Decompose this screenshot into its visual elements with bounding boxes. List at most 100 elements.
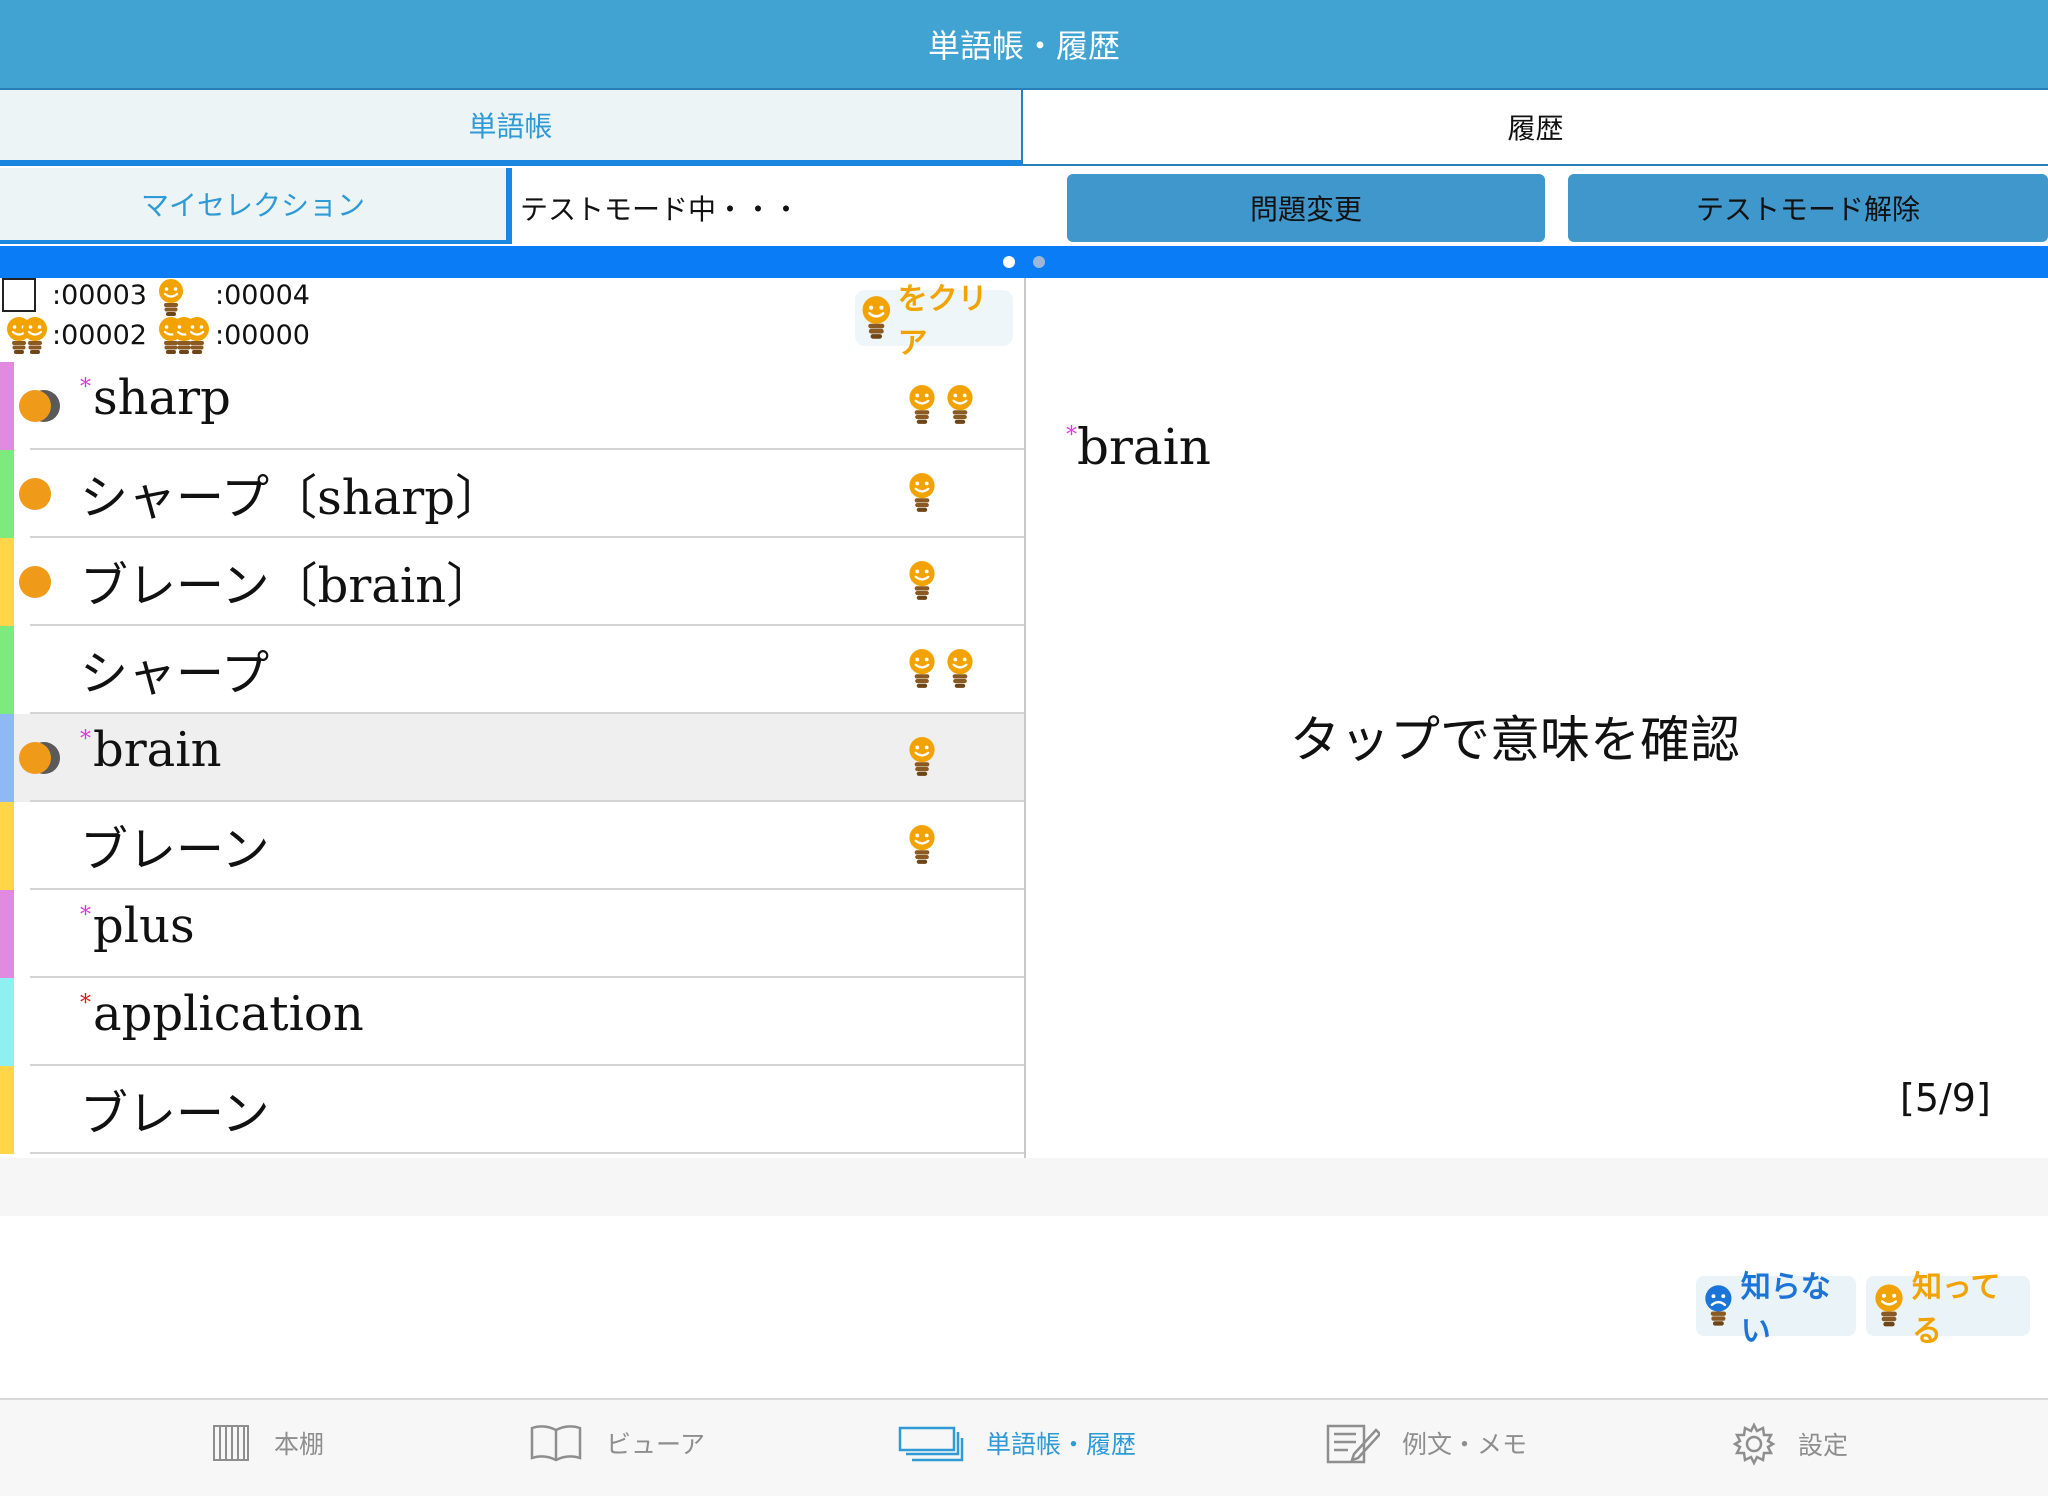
word-row[interactable]: *application (0, 978, 1024, 1066)
bulb-icon (906, 648, 938, 690)
tabbar-label: 設定 (1798, 1431, 1849, 1460)
color-tag-bar (0, 538, 14, 626)
tabbar-item-wordbook-history[interactable]: 単語帳・履歴 (898, 1422, 1136, 1464)
question-counter: [5/9] (1900, 1076, 1991, 1120)
word-row[interactable]: *plus (0, 890, 1024, 978)
color-tag-bar (0, 1066, 14, 1154)
word-row[interactable]: ブレーン (0, 1066, 1024, 1154)
divider-band (0, 1158, 2048, 1216)
word-label: ブレーン〔brain〕 (80, 558, 495, 614)
bulb-icon (906, 560, 938, 602)
dont-know-label: 知らない (1740, 1270, 1831, 1349)
word-list: *sharp シャープ〔sharp〕 ブレーン〔brain〕 シャープ *brain ブレ… (0, 362, 1024, 1154)
word-star: * (80, 991, 91, 1016)
change-question-button[interactable]: 問題変更 (1067, 174, 1545, 242)
know-button[interactable]: 知ってる (1866, 1270, 2030, 1349)
word-text: ブレーン〔brain〕 (80, 546, 494, 616)
color-tag-bar (0, 978, 14, 1066)
tabbar-label: ビューア (606, 1430, 706, 1459)
double-circle-icon[interactable] (18, 388, 68, 424)
word-row[interactable]: シャープ (0, 626, 1024, 714)
tabbar-item-settings[interactable]: 設定 (1732, 1422, 1848, 1466)
exit-test-mode-button[interactable]: テストモード解除 (1568, 174, 2048, 242)
bulb-icon (906, 736, 938, 778)
open-book-icon (530, 1425, 582, 1462)
bulb-icon (906, 824, 938, 866)
stat-two-bulbs: :00002 (52, 320, 147, 351)
bulb-rating[interactable] (906, 560, 938, 602)
word-row[interactable]: シャープ〔sharp〕 (0, 450, 1024, 538)
current-word-text: brain (1077, 418, 1211, 476)
circle-icon[interactable] (18, 476, 68, 512)
bulb-icon (1872, 1282, 1906, 1330)
segmented-tabs: 単語帳 履歴 (0, 88, 2048, 166)
tap-to-reveal-hint[interactable]: タップで意味を確認 (1100, 700, 1930, 772)
stat-unmarked: :00003 (52, 280, 147, 311)
word-row[interactable]: ブレーン (0, 802, 1024, 890)
bookshelf-icon (213, 1425, 249, 1461)
word-label: sharp (93, 370, 231, 426)
know-label: 知ってる (1912, 1270, 2001, 1349)
color-tag-bar (0, 626, 14, 714)
tabbar-label: 本棚 (274, 1430, 325, 1459)
tabbar-item-bookshelf[interactable]: 本棚 (210, 1422, 324, 1464)
color-tag-bar (0, 890, 14, 978)
bulb-icon (906, 472, 938, 514)
word-star: * (1066, 423, 1077, 448)
word-star: * (80, 727, 91, 752)
page-title: 単語帳・履歴 (0, 0, 2048, 88)
page-dot-active[interactable] (1003, 256, 1015, 268)
two-bulbs-icon (5, 316, 49, 356)
my-selection-button[interactable]: マイセレクション (0, 168, 512, 244)
word-label: シャープ〔sharp〕 (80, 470, 503, 526)
stat-one-bulb: :00004 (215, 280, 310, 311)
gear-icon (1732, 1422, 1776, 1466)
word-text: シャープ (80, 634, 269, 704)
sad-bulb-icon (1702, 1282, 1735, 1330)
word-label: plus (93, 898, 195, 954)
double-circle-icon[interactable] (18, 740, 68, 776)
tab-wordbook[interactable]: 単語帳 (0, 90, 1023, 166)
word-row[interactable]: *brain (0, 714, 1024, 802)
bulb-icon (906, 384, 938, 426)
word-star: * (80, 903, 91, 928)
bulb-icon (859, 295, 894, 341)
bulb-rating[interactable] (906, 736, 938, 778)
word-row[interactable]: ブレーン〔brain〕 (0, 538, 1024, 626)
pane-divider (1024, 278, 1026, 1158)
color-tag-bar (0, 802, 14, 890)
unmarked-checkbox-icon (2, 278, 36, 312)
tab-history[interactable]: 履歴 (1023, 90, 2048, 166)
current-word[interactable]: *brain (1066, 418, 1211, 476)
bulb-icon (156, 278, 186, 318)
circle-icon[interactable] (18, 564, 68, 600)
word-label: ブレーン (80, 1086, 270, 1142)
bulb-rating[interactable] (906, 824, 938, 866)
word-text: *sharp (80, 370, 231, 426)
bulb-rating[interactable] (906, 384, 976, 426)
tabbar-item-examples-memo[interactable]: 例文・メモ (1326, 1422, 1527, 1464)
tabbar-item-viewer[interactable]: ビューア (528, 1422, 705, 1464)
clear-label: をクリア (897, 282, 988, 361)
word-text: *plus (80, 898, 195, 954)
wordbook-history-icon (898, 1426, 964, 1462)
page-dot[interactable] (1033, 256, 1045, 268)
clear-bulbs-button[interactable]: をクリア (855, 282, 1013, 361)
color-tag-bar (0, 714, 14, 802)
test-mode-status: テストモード中・・・ (520, 193, 801, 226)
tabbar-label: 例文・メモ (1402, 1430, 1528, 1459)
word-text: ブレーン (80, 810, 270, 880)
word-text: *application (80, 986, 364, 1042)
page-indicator[interactable] (0, 246, 2048, 278)
word-text: ブレーン (80, 1074, 270, 1144)
stat-three-bulbs: :00000 (215, 320, 310, 351)
bulb-rating[interactable] (906, 648, 976, 690)
bulb-rating[interactable] (906, 472, 938, 514)
word-label: brain (93, 722, 222, 778)
dont-know-button[interactable]: 知らない (1696, 1270, 1856, 1349)
word-row[interactable]: *sharp (0, 362, 1024, 450)
word-text: *brain (80, 722, 222, 778)
word-label: ブレーン (80, 822, 270, 878)
color-tag-bar (0, 362, 14, 450)
three-bulbs-icon (157, 316, 211, 356)
